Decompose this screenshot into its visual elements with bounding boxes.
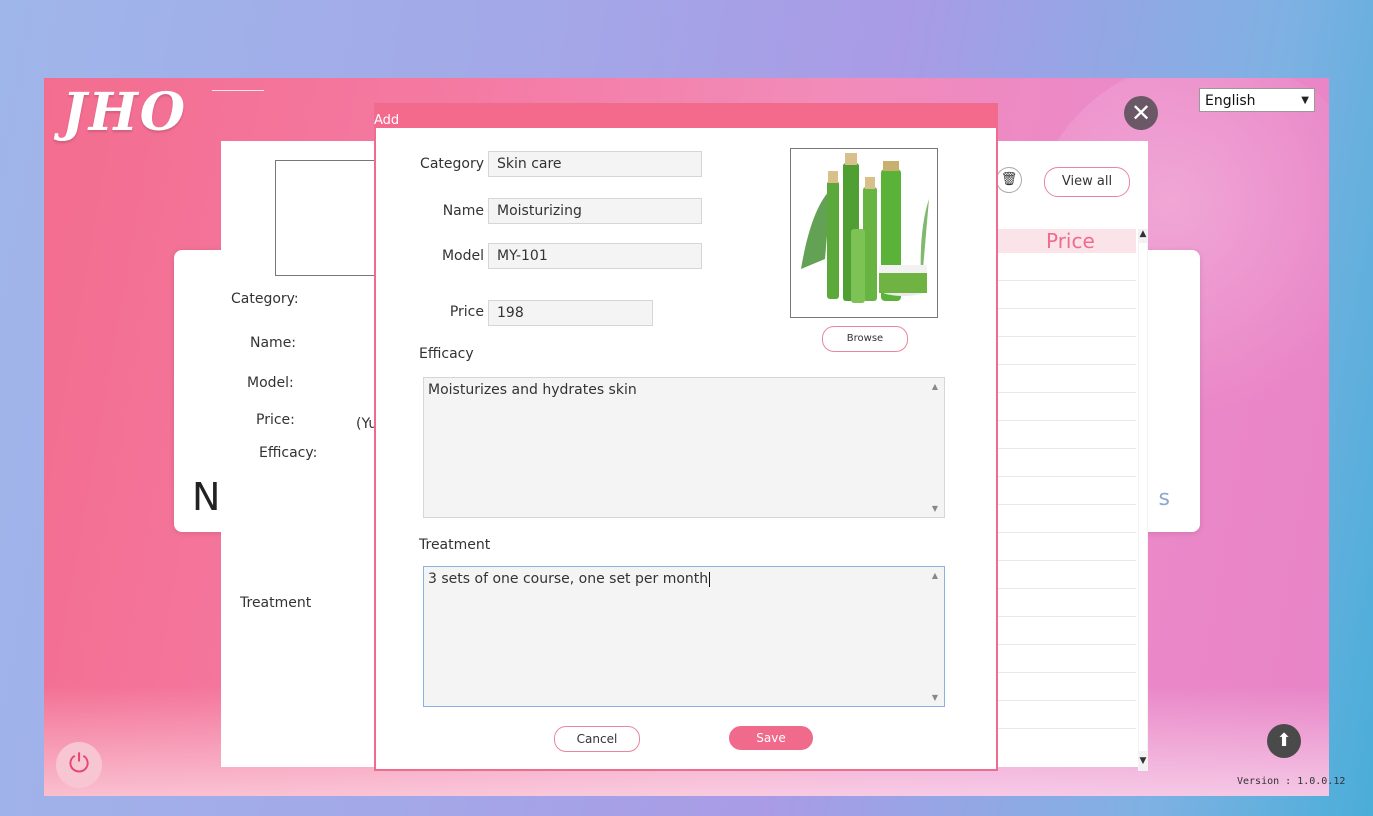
power-icon[interactable]: ⏻ bbox=[56, 742, 102, 788]
close-icon[interactable]: ✕ bbox=[1124, 96, 1158, 130]
scroll-up-icon[interactable]: ▲ bbox=[932, 571, 938, 580]
efficacy-label: Efficacy bbox=[419, 346, 474, 362]
scroll-up-icon[interactable]: ▲ bbox=[932, 382, 938, 391]
treatment-label: Treatment bbox=[419, 537, 491, 553]
price-input[interactable]: 198 bbox=[488, 300, 653, 326]
bg-efficacy-label: Efficacy: bbox=[259, 445, 318, 461]
partial-letter: N bbox=[192, 475, 221, 519]
bg-category-label: Category: bbox=[231, 291, 299, 307]
product-image bbox=[790, 148, 938, 318]
efficacy-text: Moisturizes and hydrates skin bbox=[428, 382, 637, 398]
dialog-title-bar: Add bbox=[374, 105, 996, 128]
category-label: Category bbox=[420, 156, 484, 172]
bg-name-label: Name: bbox=[250, 335, 297, 351]
treatment-text: 3 sets of one course, one set per month bbox=[428, 571, 709, 587]
model-input[interactable]: MY-101 bbox=[488, 243, 702, 269]
save-button[interactable]: Save bbox=[729, 726, 813, 750]
bg-price-label: Price: bbox=[256, 412, 295, 428]
scroll-up-icon[interactable]: ▲ bbox=[1138, 229, 1148, 239]
arrow-up-icon[interactable]: ⬆ bbox=[1267, 724, 1301, 758]
view-all-button[interactable]: View all bbox=[1044, 167, 1130, 197]
text-caret bbox=[709, 571, 711, 587]
price-column-header: Price bbox=[998, 229, 1136, 253]
cancel-button[interactable]: Cancel bbox=[554, 726, 640, 752]
chevron-down-icon: ▼ bbox=[1301, 95, 1309, 106]
version-label: Version : 1.0.0.12 bbox=[1237, 776, 1346, 787]
price-label: Price bbox=[449, 304, 484, 320]
table-scrollbar-thumb[interactable] bbox=[1139, 243, 1147, 751]
dialog-title: Add bbox=[374, 113, 400, 128]
bg-model-label: Model: bbox=[247, 375, 294, 391]
model-label: Model bbox=[441, 248, 484, 264]
product-bottles-image bbox=[801, 153, 929, 303]
language-select-value: English bbox=[1205, 93, 1256, 109]
price-table-rows bbox=[998, 253, 1136, 753]
category-input[interactable]: Skin care bbox=[488, 151, 702, 177]
language-select[interactable]: English ▼ bbox=[1199, 88, 1315, 112]
name-label: Name bbox=[442, 203, 484, 219]
partial-right-text: s bbox=[1158, 486, 1170, 511]
treatment-textarea[interactable]: 3 sets of one course, one set per month … bbox=[423, 566, 945, 707]
browse-button[interactable]: Browse bbox=[822, 326, 908, 352]
product-image-preview bbox=[275, 160, 385, 276]
trash-icon[interactable]: 🗑 bbox=[996, 167, 1022, 193]
name-input[interactable]: Moisturizing bbox=[488, 198, 702, 224]
scroll-down-icon[interactable]: ▼ bbox=[932, 504, 938, 513]
efficacy-textarea[interactable]: Moisturizes and hydrates skin ▲ ▼ bbox=[423, 377, 945, 518]
bg-treatment-label: Treatment bbox=[240, 595, 312, 611]
scroll-down-icon[interactable]: ▼ bbox=[932, 693, 938, 702]
app-logo: JHO bbox=[62, 82, 188, 143]
scroll-down-icon[interactable]: ▼ bbox=[1138, 756, 1148, 766]
